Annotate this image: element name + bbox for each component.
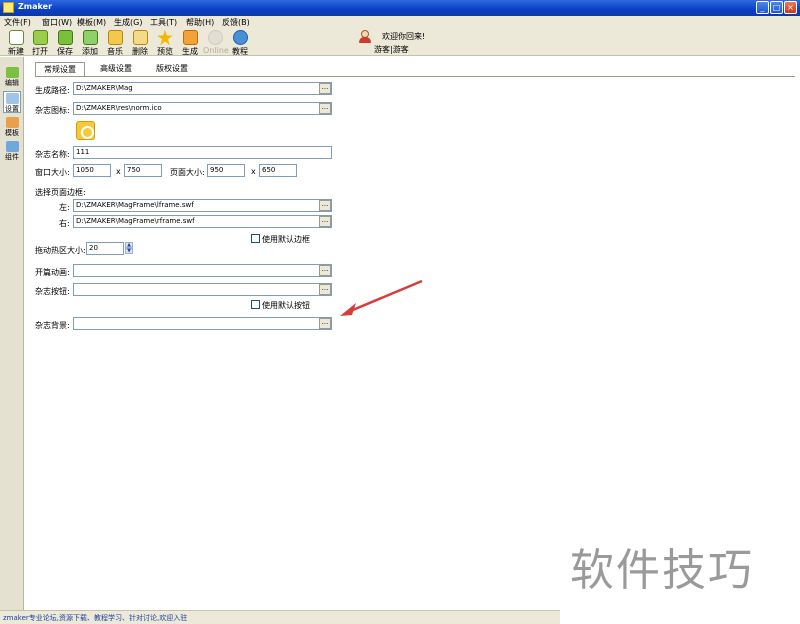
watermark: 软件技巧	[560, 507, 800, 624]
delete-icon	[132, 30, 148, 45]
sidebar-item-component[interactable]: 组件	[3, 139, 21, 161]
output-path-label: 生成路径:	[35, 86, 70, 95]
drag-hotspot-field[interactable]: 20	[86, 242, 124, 255]
right-frame-browse-button[interactable]: ...	[319, 216, 331, 227]
default-frame-label: 使用默认边框	[262, 235, 310, 244]
folder-open-icon	[32, 30, 48, 45]
help-icon	[232, 30, 248, 45]
sidebar-item-edit[interactable]: 编辑	[3, 65, 21, 87]
annotation-arrow-icon	[340, 279, 423, 316]
music-note-icon	[107, 30, 123, 45]
mag-buttons-label: 杂志按钮:	[35, 287, 70, 296]
left-frame-field[interactable]: D:\ZMAKER\MagFrame\lframe.swf	[73, 199, 332, 212]
edit-icon	[6, 67, 19, 78]
menu-window[interactable]: 窗口(W)	[42, 17, 72, 28]
add-button[interactable]: 添加	[78, 30, 102, 56]
open-button[interactable]: 打开	[28, 30, 52, 56]
save-icon	[57, 30, 73, 45]
menu-help[interactable]: 帮助(H)	[186, 17, 214, 28]
preview-button[interactable]: 预览	[153, 30, 177, 56]
mag-icon-preview-icon	[76, 121, 95, 140]
menu-generate[interactable]: 生成(G)	[114, 17, 142, 28]
page-width-field[interactable]: 950	[207, 164, 245, 177]
mag-name-label: 杂志名称:	[35, 150, 70, 159]
delete-button[interactable]: 删除	[128, 30, 152, 56]
opening-animation-field[interactable]	[73, 264, 332, 277]
sidebar-item-settings[interactable]: 设置	[3, 91, 21, 113]
welcome-message: 欢迎你回来!	[382, 32, 426, 41]
maximize-button[interactable]: □	[770, 1, 783, 14]
minimize-button[interactable]: _	[756, 1, 769, 14]
user-avatar-icon	[359, 30, 371, 43]
settings-icon	[6, 93, 19, 104]
page-frame-label: 选择页面边框:	[35, 188, 86, 197]
component-icon	[6, 141, 19, 152]
new-button[interactable]: 新建	[4, 30, 28, 56]
page-height-field[interactable]: 650	[259, 164, 297, 177]
app-icon	[3, 2, 14, 13]
mag-icon-label: 杂志图标:	[35, 106, 70, 115]
opening-animation-label: 开篇动画:	[35, 268, 70, 277]
menu-tools[interactable]: 工具(T)	[150, 17, 177, 28]
mag-background-field[interactable]	[73, 317, 332, 330]
mag-icon-field[interactable]: D:\ZMAKER\res\norm.ico	[73, 102, 332, 115]
online-icon	[207, 30, 223, 45]
output-path-field[interactable]: D:\ZMAKER\Mag	[73, 82, 332, 95]
sidebar-item-template[interactable]: 模板	[3, 115, 21, 137]
window-title: Zmaker	[18, 2, 53, 11]
mag-icon-browse-button[interactable]: ...	[319, 103, 331, 114]
right-frame-label: 右:	[59, 219, 70, 228]
drag-hotspot-label: 拖动热区大小:	[35, 246, 86, 255]
default-frame-checkbox[interactable]	[251, 234, 260, 243]
page-size-label: 页面大小:	[170, 168, 205, 177]
right-frame-field[interactable]: D:\ZMAKER\MagFrame\rframe.swf	[73, 215, 332, 228]
welcome-area: 欢迎你回来! 游客|游客	[356, 29, 456, 55]
default-buttons-label: 使用默认按钮	[262, 301, 310, 310]
generate-icon	[182, 30, 198, 45]
left-frame-label: 左:	[59, 203, 70, 212]
new-file-icon	[8, 30, 24, 45]
tab-general[interactable]: 常规设置	[35, 62, 85, 76]
menu-bar: 文件(F) 窗口(W) 模板(M) 生成(G) 工具(T) 帮助(H) 反馈(B…	[0, 16, 800, 29]
mag-name-field[interactable]: 111	[73, 146, 332, 159]
generate-button[interactable]: 生成	[178, 30, 202, 56]
add-icon	[82, 30, 98, 45]
left-frame-browse-button[interactable]: ...	[319, 200, 331, 211]
side-nav: 编辑 设置 模板 组件	[0, 57, 24, 610]
mag-buttons-field[interactable]	[73, 283, 332, 296]
output-path-browse-button[interactable]: ...	[319, 83, 331, 94]
close-button[interactable]: ×	[784, 1, 797, 14]
tab-advanced[interactable]: 高级设置	[91, 62, 141, 76]
opening-animation-browse-button[interactable]: ...	[319, 265, 331, 276]
menu-feedback[interactable]: 反馈(B)	[222, 17, 250, 28]
window-height-field[interactable]: 750	[124, 164, 162, 177]
status-text[interactable]: zmaker专业论坛,资源下载、教程学习、针对讨论,欢迎入驻	[3, 613, 187, 623]
save-button[interactable]: 保存	[53, 30, 77, 56]
menu-file[interactable]: 文件(F)	[4, 17, 31, 28]
online-button[interactable]: Online	[203, 30, 229, 56]
window-width-field[interactable]: 1050	[73, 164, 111, 177]
template-icon	[6, 117, 19, 128]
drag-hotspot-stepper[interactable]: ▲ ▼	[125, 242, 133, 255]
default-buttons-checkbox[interactable]	[251, 300, 260, 309]
user-name[interactable]: 游客|游客	[374, 44, 409, 55]
window-size-label: 窗口大小:	[35, 168, 70, 177]
music-button[interactable]: 音乐	[103, 30, 127, 56]
menu-template[interactable]: 模板(M)	[77, 17, 106, 28]
star-icon	[157, 30, 173, 45]
tab-divider	[35, 76, 795, 77]
page-size-separator: x	[251, 167, 256, 176]
mag-background-browse-button[interactable]: ...	[319, 318, 331, 329]
window-size-separator: x	[116, 167, 121, 176]
tab-copyright[interactable]: 版权设置	[147, 62, 197, 76]
watermark-text: 软件技巧	[570, 545, 754, 596]
title-bar: Zmaker _ □ ×	[0, 0, 800, 16]
mag-background-label: 杂志背景:	[35, 321, 70, 330]
tutorial-button[interactable]: 教程	[228, 30, 252, 56]
